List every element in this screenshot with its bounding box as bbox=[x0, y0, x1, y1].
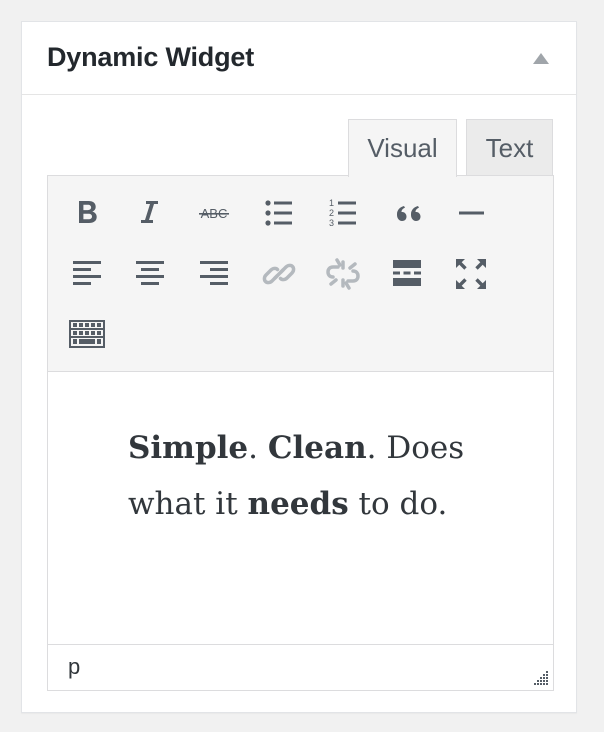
text-run: to do. bbox=[348, 486, 448, 522]
bold-text: Clean bbox=[267, 430, 367, 466]
align-left-icon[interactable] bbox=[67, 254, 107, 294]
element-path[interactable]: p bbox=[68, 654, 80, 680]
content-paragraph[interactable]: Simple. Clean. Does what it needs to do. bbox=[128, 420, 488, 532]
widget-panel: Dynamic Widget Visual Text ABC 1 2 3 Sim… bbox=[21, 21, 577, 713]
bullet-list-icon[interactable] bbox=[259, 194, 299, 234]
svg-text:1: 1 bbox=[329, 198, 334, 208]
tab-text[interactable]: Text bbox=[466, 119, 553, 175]
svg-text:3: 3 bbox=[329, 218, 334, 228]
bold-text: needs bbox=[247, 486, 349, 522]
svg-text:2: 2 bbox=[329, 208, 334, 218]
bold-icon[interactable] bbox=[67, 194, 107, 234]
numbered-list-icon[interactable]: 1 2 3 bbox=[323, 194, 363, 234]
editor: ABC 1 2 3 Simple. Clean. Does what it ne… bbox=[47, 175, 554, 691]
widget-header[interactable]: Dynamic Widget bbox=[22, 22, 576, 95]
editor-statusbar: p bbox=[48, 644, 553, 690]
widget-title: Dynamic Widget bbox=[47, 42, 254, 72]
toolbar-toggle-icon[interactable] bbox=[67, 314, 107, 354]
editor-toolbar: ABC 1 2 3 bbox=[48, 176, 553, 372]
fullscreen-icon[interactable] bbox=[451, 254, 491, 294]
resize-handle-icon[interactable] bbox=[531, 668, 549, 686]
remove-link-icon[interactable] bbox=[323, 254, 363, 294]
italic-icon[interactable] bbox=[130, 194, 170, 234]
read-more-icon[interactable] bbox=[387, 254, 427, 294]
tab-visual[interactable]: Visual bbox=[348, 119, 457, 177]
triangle-up-icon[interactable] bbox=[533, 53, 549, 64]
strikethrough-icon[interactable]: ABC bbox=[194, 194, 234, 234]
blockquote-icon[interactable] bbox=[387, 194, 427, 234]
horizontal-rule-icon[interactable] bbox=[451, 194, 491, 234]
text-run: . bbox=[248, 430, 268, 466]
bold-text: Simple bbox=[128, 430, 249, 466]
editor-content[interactable]: Simple. Clean. Does what it needs to do. bbox=[48, 372, 553, 644]
insert-link-icon[interactable] bbox=[259, 254, 299, 294]
align-center-icon[interactable] bbox=[130, 254, 170, 294]
align-right-icon[interactable] bbox=[194, 254, 234, 294]
